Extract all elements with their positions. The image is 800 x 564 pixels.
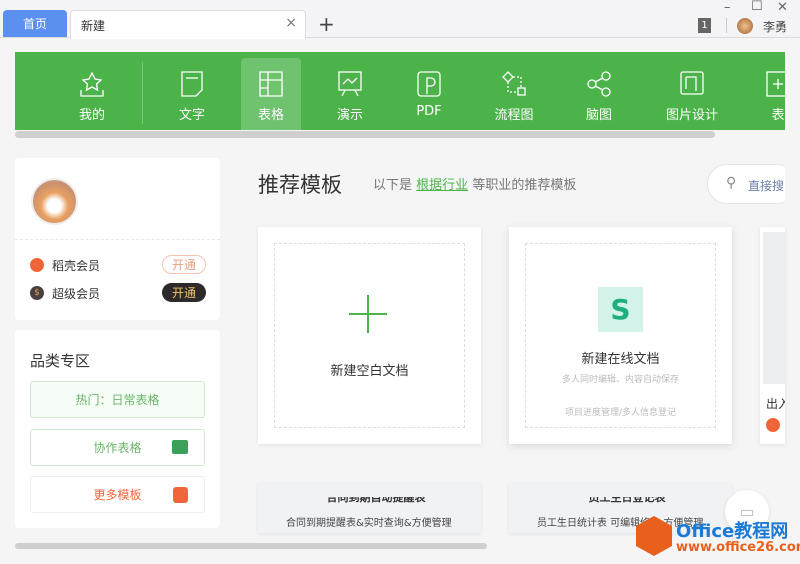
star-icon xyxy=(80,71,104,97)
mindmap-icon xyxy=(587,71,611,97)
card-tags: 项目进度管理/多人信息登记 xyxy=(564,408,677,418)
nav-item-writer[interactable]: 文字 xyxy=(162,58,222,130)
nav-item-mindmap[interactable]: 脑图 xyxy=(569,58,629,130)
docer-icon xyxy=(766,418,780,432)
category-card: 品类专区 热门：日常表格 协作表格 更多模板 xyxy=(15,330,220,528)
template-card-partial[interactable]: 出入 xyxy=(760,227,785,444)
page-title: 推荐模板 xyxy=(258,173,342,197)
nav-label: 流程图 xyxy=(494,108,534,123)
card-desc: 多人同时编辑、内容自动保存 xyxy=(561,375,679,385)
nav-item-presentation[interactable]: 演示 xyxy=(320,58,380,130)
profile-avatar[interactable] xyxy=(31,178,78,225)
category-collab[interactable]: 协作表格 xyxy=(30,429,205,466)
category-title: 品类专区 xyxy=(30,352,91,370)
nav-label: 脑图 xyxy=(585,108,612,123)
template-title: 合同到期自动提醒表 xyxy=(326,497,426,504)
card-label: 新建在线文档 xyxy=(581,352,660,367)
pdf-icon xyxy=(417,71,441,97)
flowchart-icon xyxy=(502,71,526,96)
docer-icon xyxy=(173,487,188,503)
template-subtitle: 合同到期提醒表&实时查询&方便管理 xyxy=(286,518,452,529)
minimize-button[interactable]: – xyxy=(724,0,731,15)
search-input[interactable]: ⚲ 直接搜 xyxy=(707,164,797,204)
member-name: 超级会员 xyxy=(52,287,101,301)
docer-open-button[interactable]: 开通 xyxy=(162,255,206,274)
dashed-border xyxy=(525,243,716,428)
add-tab-button[interactable]: + xyxy=(318,12,335,36)
watermark-url: www.office26.com xyxy=(676,540,800,555)
divider xyxy=(142,62,143,124)
clip xyxy=(785,150,800,530)
nav-item-form[interactable]: 表 xyxy=(748,58,785,130)
stack-icon xyxy=(172,440,188,454)
profile-card: 稻壳会员 开通 $ 超级会员 开通 xyxy=(15,158,220,320)
tab-home[interactable]: 首页 xyxy=(3,10,67,37)
document-icon xyxy=(181,71,203,97)
nav-scrollbar[interactable] xyxy=(15,131,715,138)
nav-item-spreadsheet[interactable]: 表格 xyxy=(241,58,301,130)
super-open-button[interactable]: 开通 xyxy=(162,283,206,302)
online-doc-card[interactable]: S 新建在线文档 多人同时编辑、内容自动保存 项目进度管理/多人信息登记 xyxy=(509,227,732,444)
user-avatar[interactable] xyxy=(737,18,753,34)
card-label: 出入 xyxy=(766,397,785,411)
docer-member-icon xyxy=(30,258,44,272)
notification-badge[interactable]: 1 xyxy=(698,18,711,33)
template-card[interactable]: 合同到期自动提醒表 合同到期提醒表&实时查询&方便管理 xyxy=(258,483,481,533)
category-hot[interactable]: 热门：日常表格 xyxy=(30,381,205,418)
tab-new[interactable]: 新建 × xyxy=(70,10,306,39)
nav-item-image-design[interactable]: 图片设计 xyxy=(662,58,722,130)
tab-label: 新建 xyxy=(81,19,106,33)
nav-label: 文字 xyxy=(178,108,205,123)
nav-label: 演示 xyxy=(336,108,363,123)
presentation-icon xyxy=(338,71,362,97)
image-design-icon xyxy=(680,71,704,95)
subtitle: 以下是 根据行业 等职业的推荐模板 xyxy=(373,174,576,193)
content-scrollbar[interactable] xyxy=(15,543,487,549)
nav-item-pdf[interactable]: PDF xyxy=(399,58,459,130)
industry-link[interactable]: 根据行业 xyxy=(416,178,468,193)
template-thumbnail xyxy=(763,232,785,384)
category-more[interactable]: 更多模板 xyxy=(30,476,205,513)
divider xyxy=(726,18,727,33)
tab-bar: 首页 新建 × + – ☐ ✕ 1 李勇 xyxy=(0,0,800,39)
nav-label: 图片设计 xyxy=(665,108,718,123)
nav-item-flowchart[interactable]: 流程图 xyxy=(484,58,544,130)
form-icon xyxy=(766,71,785,97)
member-name: 稻壳会员 xyxy=(52,259,101,273)
table-icon xyxy=(259,71,283,97)
online-doc-icon: S xyxy=(598,287,643,332)
username[interactable]: 李勇 xyxy=(763,18,787,35)
close-window-button[interactable]: ✕ xyxy=(777,0,788,15)
category-label: 更多模板 xyxy=(93,488,142,502)
nav-item-mine[interactable]: 我的 xyxy=(62,58,122,130)
nav-label: PDF xyxy=(416,104,442,119)
nav-label: 表 xyxy=(771,108,785,123)
close-tab-icon[interactable]: × xyxy=(285,15,297,31)
search-placeholder: 直接搜 xyxy=(748,179,785,193)
nav-label: 表格 xyxy=(257,108,284,123)
super-member-icon: $ xyxy=(30,286,44,300)
plus-icon xyxy=(349,295,387,333)
blank-doc-card[interactable]: 新建空白文档 xyxy=(258,227,481,444)
subtitle-text: 等职业的推荐模板 xyxy=(472,178,577,193)
card-label: 新建空白文档 xyxy=(330,364,409,379)
search-icon: ⚲ xyxy=(726,175,737,191)
app-type-nav: 我的 文字 表格 演示 PDF 流程图 脑图 图片设计 表 xyxy=(15,52,785,130)
divider xyxy=(15,239,220,240)
dashed-border xyxy=(274,243,465,428)
nav-label: 我的 xyxy=(78,108,105,123)
maximize-button[interactable]: ☐ xyxy=(751,0,763,14)
template-title: 员工生日登记表 xyxy=(588,497,666,504)
subtitle-text: 以下是 xyxy=(373,178,413,193)
category-label: 协作表格 xyxy=(93,441,142,455)
